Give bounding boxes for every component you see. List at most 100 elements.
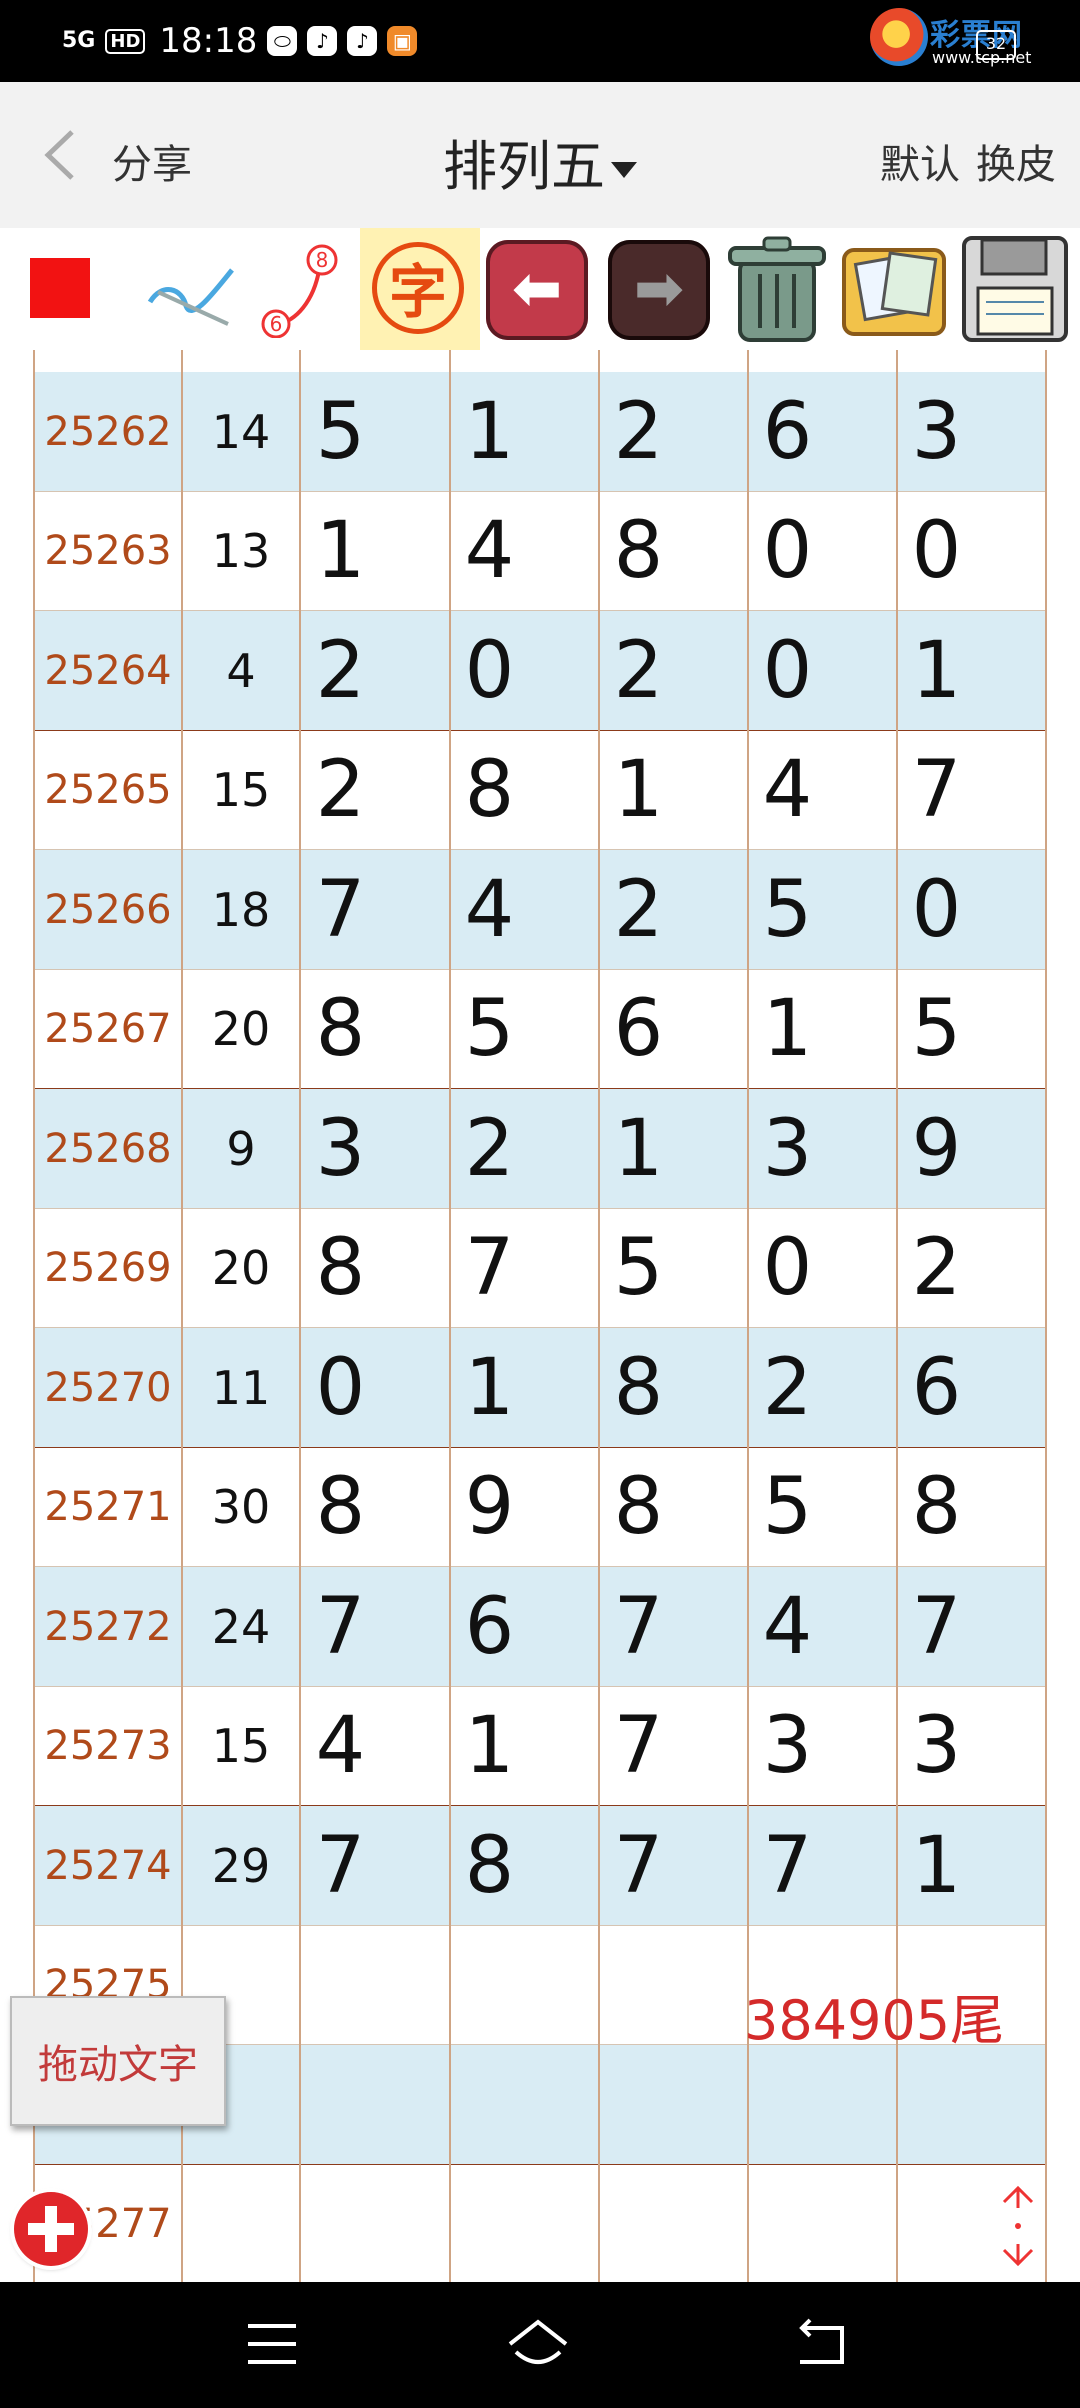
- draw-digit: [564, 2165, 713, 2283]
- badge-number-start: 6: [270, 312, 283, 336]
- draw-digit: 1: [464, 386, 515, 477]
- status-left: 5G HD 18:18 ⬭ ♪ ♪ ▣: [62, 18, 418, 64]
- issue-number: 25268: [44, 1125, 172, 1172]
- table-row: 25272 24 7 6 7 4 7: [34, 1567, 1046, 1686]
- arrow-right-icon: ➡: [633, 254, 685, 324]
- draw-digit: 7: [613, 1581, 664, 1672]
- draw-digit: 3: [911, 1701, 962, 1791]
- draw-digit: 4: [762, 1581, 813, 1672]
- draw-digit: 5: [762, 864, 813, 955]
- watermark: 彩票网 www.tcp.net 32: [870, 4, 1070, 76]
- draw-digit: [266, 1926, 415, 2045]
- trash-icon[interactable]: [722, 234, 832, 346]
- drawing-toolbar: 8 6 字 ⬅ ➡: [0, 228, 1080, 350]
- draw-digit: 2: [464, 1103, 515, 1194]
- redo-button[interactable]: ➡: [608, 240, 710, 340]
- table-row: 25270 11 0 1 8 2 6: [34, 1328, 1046, 1447]
- draw-digit: [564, 1926, 713, 2045]
- line-connector-icon[interactable]: 8 6: [250, 238, 350, 338]
- draw-digit: 8: [613, 506, 664, 596]
- back-icon[interactable]: [790, 2314, 854, 2374]
- table-divider: [598, 350, 600, 2282]
- draw-digit: 8: [613, 1342, 664, 1433]
- draw-digit: 3: [315, 1103, 366, 1194]
- draw-digit: 2: [613, 386, 664, 477]
- battery-icon: 32: [976, 30, 1016, 60]
- table-row: 25267 20 8 5 6 1 5: [34, 969, 1046, 1089]
- image-gallery-icon[interactable]: [838, 234, 950, 346]
- draw-digit: 8: [613, 1462, 664, 1552]
- page-title: 排列五: [443, 135, 605, 198]
- home-icon[interactable]: [506, 2314, 570, 2374]
- dropdown-caret-icon: [611, 162, 637, 179]
- menu-icon[interactable]: [240, 2314, 304, 2374]
- issue-number: 25263: [44, 528, 172, 574]
- table-divider: [181, 350, 183, 2282]
- text-tool-button[interactable]: 字: [360, 228, 480, 350]
- draw-digit: [266, 2045, 415, 2164]
- draw-digit: 2: [613, 864, 664, 955]
- pen-tool-icon[interactable]: [142, 252, 242, 332]
- table-row: 25263 13 1 4 8 0 0: [34, 491, 1046, 611]
- draw-digit: [415, 2045, 564, 2164]
- draw-digit: 7: [613, 1820, 664, 1911]
- draw-digit: [415, 1926, 564, 2045]
- table-row: 25273 15 4 1 7 3 3: [34, 1686, 1046, 1806]
- drag-text-button[interactable]: 拖动文字: [10, 1996, 226, 2126]
- add-button[interactable]: [14, 2192, 88, 2266]
- draw-digit: 7: [315, 864, 366, 955]
- draw-digit: 7: [315, 1820, 366, 1911]
- default-button[interactable]: 默认: [880, 132, 960, 190]
- draw-digit: 1: [613, 745, 664, 835]
- header-actions: 默认 换皮: [880, 132, 1056, 190]
- tiktok-icon: ♪: [347, 26, 378, 56]
- draw-digit: 0: [911, 506, 962, 596]
- table-row: 25271 30 8 9 8 5 8: [34, 1447, 1046, 1567]
- draw-digit: 2: [315, 625, 366, 716]
- draw-digit: 5: [911, 984, 962, 1074]
- save-disk-icon[interactable]: [958, 232, 1072, 346]
- draw-digit: 6: [464, 1581, 515, 1672]
- draw-digit: 0: [315, 1342, 366, 1433]
- tiktok-icon: ♪: [307, 26, 338, 56]
- draw-digit: 0: [762, 1223, 813, 1313]
- draw-digit: [564, 2045, 713, 2164]
- tail-annotation[interactable]: 384905尾: [744, 1976, 1004, 2055]
- draw-digit: [415, 2165, 564, 2283]
- table-row: 25268 9 3 2 1 3 9: [34, 1089, 1046, 1208]
- draw-digit: 4: [464, 506, 515, 596]
- color-picker-button[interactable]: [30, 258, 90, 318]
- draw-digit: [713, 2045, 862, 2164]
- draw-digit: 2: [762, 1342, 813, 1433]
- draw-digit: 8: [315, 1462, 366, 1552]
- app-notification-icon: ⬭: [267, 26, 298, 56]
- arrow-left-icon: ⬅: [511, 254, 563, 324]
- draw-digit: 2: [911, 1223, 962, 1313]
- issue-number: 25265: [44, 767, 172, 813]
- draw-digit: 7: [911, 1581, 962, 1672]
- draw-digit: 0: [762, 506, 813, 596]
- table-divider: [449, 350, 451, 2282]
- watermark-logo-icon: [870, 8, 928, 66]
- draw-digit: 1: [464, 1701, 515, 1791]
- text-tool-icon: 字: [372, 242, 464, 334]
- change-skin-button[interactable]: 换皮: [976, 132, 1056, 190]
- signal-indicator: 5G: [62, 28, 96, 53]
- issue-number: 25269: [44, 1245, 172, 1291]
- issue-number: 25262: [44, 408, 172, 455]
- draw-digit: 7: [464, 1223, 515, 1313]
- issue-number: 25271: [44, 1484, 172, 1530]
- draw-digit: 0: [464, 625, 515, 716]
- draw-digit: 2: [315, 745, 366, 835]
- draw-digit: [266, 2165, 415, 2283]
- table-row: 25262 14 5 1 2 6 3: [34, 372, 1046, 491]
- issue-number: 25267: [44, 1006, 172, 1052]
- undo-button[interactable]: ⬅: [486, 240, 588, 340]
- draw-digit: 3: [762, 1103, 813, 1194]
- table-row: [34, 350, 1046, 372]
- table-row: 25265 15 2 8 1 4 7: [34, 730, 1046, 850]
- scroll-updown-icon[interactable]: [994, 2184, 1042, 2268]
- issue-number: 25264: [44, 647, 172, 694]
- draw-digit: 0: [911, 864, 962, 955]
- draw-digit: 4: [315, 1701, 366, 1791]
